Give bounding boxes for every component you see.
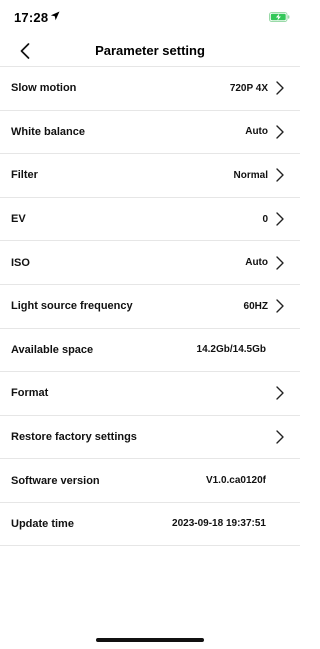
- chevron-right-icon: [276, 255, 284, 270]
- row-label: Software version: [11, 474, 100, 487]
- settings-list: Slow motion 720P 4X White balance Auto F…: [0, 66, 300, 546]
- chevron-right-icon: [276, 386, 284, 401]
- row-label: Light source frequency: [11, 300, 133, 313]
- row-value: Auto: [245, 257, 268, 269]
- row-label: EV: [11, 213, 26, 226]
- status-bar: 17:28: [0, 0, 300, 36]
- page-title: Parameter setting: [95, 43, 205, 58]
- row-value: 2023-09-18 19:37:51: [172, 518, 266, 530]
- battery-charging-icon: [269, 12, 290, 22]
- row-value: 14.2Gb/14.5Gb: [196, 344, 266, 356]
- row-label: Restore factory settings: [11, 431, 137, 444]
- chevron-right-icon: [276, 125, 284, 139]
- row-value: 60HZ: [243, 300, 268, 312]
- row-label: White balance: [11, 125, 85, 138]
- status-time: 17:28: [14, 10, 49, 25]
- row-format[interactable]: Format: [0, 371, 300, 415]
- row-ev[interactable]: EV 0: [0, 196, 300, 241]
- row-label: Slow motion: [11, 82, 77, 95]
- row-slow-motion[interactable]: Slow motion 720P 4X: [0, 66, 300, 110]
- chevron-right-icon: [276, 168, 284, 183]
- row-restore-factory-settings[interactable]: Restore factory settings: [0, 414, 300, 459]
- row-filter[interactable]: Filter Normal: [0, 153, 300, 197]
- home-indicator[interactable]: [96, 638, 204, 642]
- row-value: 0: [262, 213, 268, 225]
- row-value: Normal: [233, 169, 268, 181]
- row-software-version: Software version V1.0.ca0120f: [0, 458, 300, 502]
- row-label: Format: [11, 387, 49, 400]
- row-iso[interactable]: ISO Auto: [0, 240, 300, 284]
- row-value: Auto: [245, 126, 268, 138]
- chevron-right-icon: [276, 299, 284, 313]
- chevron-right-icon: [276, 81, 284, 95]
- row-label: Filter: [11, 169, 38, 182]
- row-update-time: Update time 2023-09-18 19:37:51: [0, 501, 300, 546]
- chevron-right-icon: [276, 212, 284, 226]
- location-arrow-icon: [50, 11, 60, 21]
- row-white-balance[interactable]: White balance Auto: [0, 109, 300, 154]
- row-value: 720P 4X: [229, 82, 268, 94]
- row-label: Update time: [11, 517, 74, 530]
- row-value: V1.0.ca0120f: [205, 475, 266, 487]
- row-label: ISO: [11, 256, 30, 269]
- chevron-right-icon: [276, 430, 284, 444]
- row-available-space: Available space 14.2Gb/14.5Gb: [0, 327, 300, 372]
- row-label: Available space: [11, 343, 94, 356]
- navigation-bar: Parameter setting: [0, 36, 300, 66]
- row-light-source-frequency[interactable]: Light source frequency 60HZ: [0, 283, 300, 328]
